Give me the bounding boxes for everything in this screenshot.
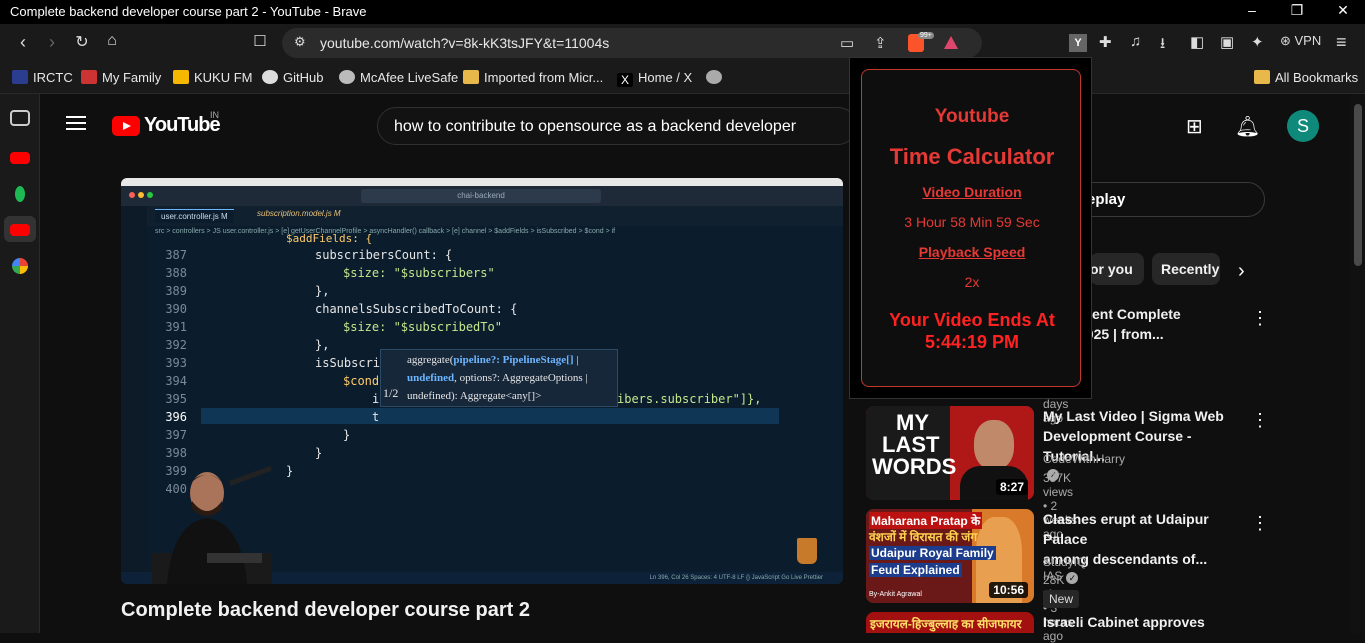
more-options-icon[interactable]: ⋮ bbox=[1251, 410, 1269, 431]
overload-counter: 1/2 bbox=[383, 386, 399, 400]
sidebar-mongodb-icon[interactable] bbox=[15, 186, 25, 202]
youtube-calc-extension-icon[interactable]: Y bbox=[1069, 34, 1087, 52]
download-icon[interactable]: ⭳ bbox=[1160, 33, 1165, 58]
youtube-logo[interactable]: YouTube IN bbox=[112, 110, 221, 137]
video-title: Complete backend developer course part 2 bbox=[121, 599, 531, 621]
bookmark-x[interactable]: X Home / X bbox=[617, 70, 692, 87]
calculator-card: Youtube Time Calculator Video Duration 3… bbox=[861, 69, 1081, 387]
vpn-button[interactable]: ⊛ VPN bbox=[1280, 33, 1321, 49]
home-icon[interactable]: ⌂ bbox=[101, 32, 123, 50]
chai-cup-icon bbox=[797, 538, 817, 564]
restore-icon[interactable]: ❐ bbox=[1287, 2, 1307, 19]
back-icon[interactable]: ‹ bbox=[12, 32, 34, 53]
share-icon[interactable]: ⇪ bbox=[874, 34, 887, 52]
playback-speed-value: 2x bbox=[964, 274, 980, 290]
notifications-bell-icon[interactable]: 🔔︎ bbox=[1235, 114, 1260, 139]
all-bookmarks-folder[interactable]: All Bookmarks bbox=[1254, 70, 1358, 85]
youtube-play-icon bbox=[112, 115, 140, 136]
sidebar-panel-icon[interactable] bbox=[10, 110, 30, 126]
video-player[interactable]: chai-backend user.controller.js M subscr… bbox=[121, 178, 843, 584]
mcafee-icon bbox=[339, 70, 355, 84]
youtube-header: YouTube IN how to contribute to opensour… bbox=[40, 94, 1365, 156]
rec-thumbnail[interactable]: इजरायल-हिज्बुल्लाह का सीजफायर bbox=[866, 612, 1034, 633]
close-icon[interactable]: ✕ bbox=[1333, 2, 1353, 19]
youtube-time-calculator-popup: Youtube Time Calculator Video Duration 3… bbox=[849, 57, 1092, 399]
github-icon bbox=[262, 70, 278, 84]
video-duration-label: Video Duration bbox=[922, 184, 1022, 200]
sidebar-toggle-icon[interactable]: ◧ bbox=[1190, 33, 1204, 51]
bookmark-icon[interactable]: ☐ bbox=[249, 32, 271, 50]
chevron-right-icon[interactable]: › bbox=[1238, 260, 1245, 283]
forward-icon[interactable]: › bbox=[41, 32, 63, 53]
video-duration-value: 3 Hour 58 Min 59 Sec bbox=[904, 214, 1040, 230]
chip-for-you[interactable]: or you bbox=[1090, 253, 1144, 285]
playback-speed-label: Playback Speed bbox=[918, 244, 1026, 260]
bookmark-kukufm[interactable]: KUKU FM bbox=[173, 70, 253, 85]
bookmarks-bar: IRCTC My Family KUKU FM GitHub McAfee Li… bbox=[0, 62, 1365, 94]
rec-thumbnail[interactable]: MY LAST WORDS 8:27 bbox=[866, 406, 1034, 500]
chip-recently[interactable]: Recently bbox=[1152, 253, 1220, 285]
duration-badge: 10:56 bbox=[989, 582, 1028, 598]
wallet-icon[interactable]: ▣ bbox=[1220, 33, 1234, 51]
folder-icon bbox=[1254, 70, 1270, 84]
hamburger-menu-icon[interactable] bbox=[66, 116, 86, 130]
site-settings-icon[interactable]: ⚙ bbox=[294, 34, 306, 50]
rec-thumbnail[interactable]: Maharana Pratap के वंशजों में विरासत की … bbox=[866, 509, 1034, 603]
new-badge: New bbox=[1043, 590, 1080, 608]
intellisense-popup: aggregate(pipeline?: PipelineStage[] | u… bbox=[380, 349, 618, 407]
scrollbar-thumb[interactable] bbox=[1354, 104, 1362, 266]
vpn-label: VPN bbox=[1294, 33, 1322, 48]
bookmark-imported-folder[interactable]: Imported from Micr... bbox=[463, 70, 603, 85]
shield-badge: 99+ bbox=[918, 32, 934, 39]
family-icon bbox=[81, 70, 97, 84]
sidebar-youtube-icon[interactable] bbox=[10, 152, 30, 164]
menu-icon[interactable]: ≡ bbox=[1336, 32, 1347, 53]
brave-rewards-icon[interactable] bbox=[944, 36, 958, 49]
browser-toolbar: ‹ › ↻ ⌂ ☐ ⚙ youtube.com/watch?v=8k-kK3ts… bbox=[0, 24, 1365, 62]
search-input[interactable]: how to contribute to opensource as a bac… bbox=[377, 107, 857, 145]
address-bar[interactable]: ⚙ youtube.com/watch?v=8k-kK3tsJFY&t=1100… bbox=[282, 28, 982, 58]
search-query: how to contribute to opensource as a bac… bbox=[394, 118, 797, 135]
code-partial-top: $addFields: { bbox=[286, 232, 373, 245]
minimize-icon[interactable]: – bbox=[1242, 2, 1262, 18]
leo-ai-icon[interactable]: ✦ bbox=[1251, 33, 1264, 51]
page-scrollbar[interactable] bbox=[1351, 94, 1365, 633]
bookmark-globe[interactable] bbox=[706, 70, 727, 85]
globe-icon bbox=[706, 70, 722, 84]
bookmark-my-family[interactable]: My Family bbox=[81, 70, 161, 85]
create-video-icon[interactable]: ⊞ bbox=[1186, 114, 1203, 139]
window-title: Complete backend developer course part 2… bbox=[10, 4, 367, 19]
url-text: youtube.com/watch?v=8k-kK3tsJFY&t=11004s bbox=[320, 35, 610, 51]
code-line395-tail: ibers.subscriber"]}, bbox=[617, 392, 762, 406]
sidebar-google-icon[interactable] bbox=[12, 258, 28, 274]
ends-at-label: Your Video Ends At bbox=[889, 310, 1055, 330]
extensions-icon[interactable]: ✚ bbox=[1099, 33, 1112, 51]
folder-icon bbox=[463, 70, 479, 84]
window-titlebar: Complete backend developer course part 2… bbox=[0, 0, 1365, 24]
duration-badge: 8:27 bbox=[995, 479, 1028, 495]
avatar[interactable]: S bbox=[1287, 110, 1319, 142]
music-icon[interactable]: ♫ bbox=[1130, 33, 1141, 50]
irctc-icon bbox=[12, 70, 28, 84]
bookmark-github[interactable]: GitHub bbox=[262, 70, 323, 85]
rec-title: Israeli Cabinet approves bbox=[1043, 614, 1205, 630]
x-icon: X bbox=[617, 73, 633, 87]
browser-sidebar bbox=[0, 94, 40, 633]
calc-title-1: Youtube bbox=[934, 106, 1010, 127]
more-options-icon[interactable]: ⋮ bbox=[1251, 308, 1269, 329]
bookmark-irctc[interactable]: IRCTC bbox=[12, 70, 73, 85]
reload-icon[interactable]: ↻ bbox=[71, 32, 93, 52]
presenter-webcam bbox=[152, 465, 273, 584]
cast-icon[interactable]: ▭ bbox=[840, 34, 854, 52]
sidebar-youtube-icon[interactable] bbox=[10, 224, 30, 236]
more-options-icon[interactable]: ⋮ bbox=[1251, 513, 1269, 534]
calc-title-2: Time Calculator bbox=[889, 144, 1055, 169]
bookmark-mcafee[interactable]: McAfee LiveSafe bbox=[339, 70, 458, 85]
kukufm-icon bbox=[173, 70, 189, 84]
ends-at-value: 5:44:19 PM bbox=[924, 332, 1020, 352]
